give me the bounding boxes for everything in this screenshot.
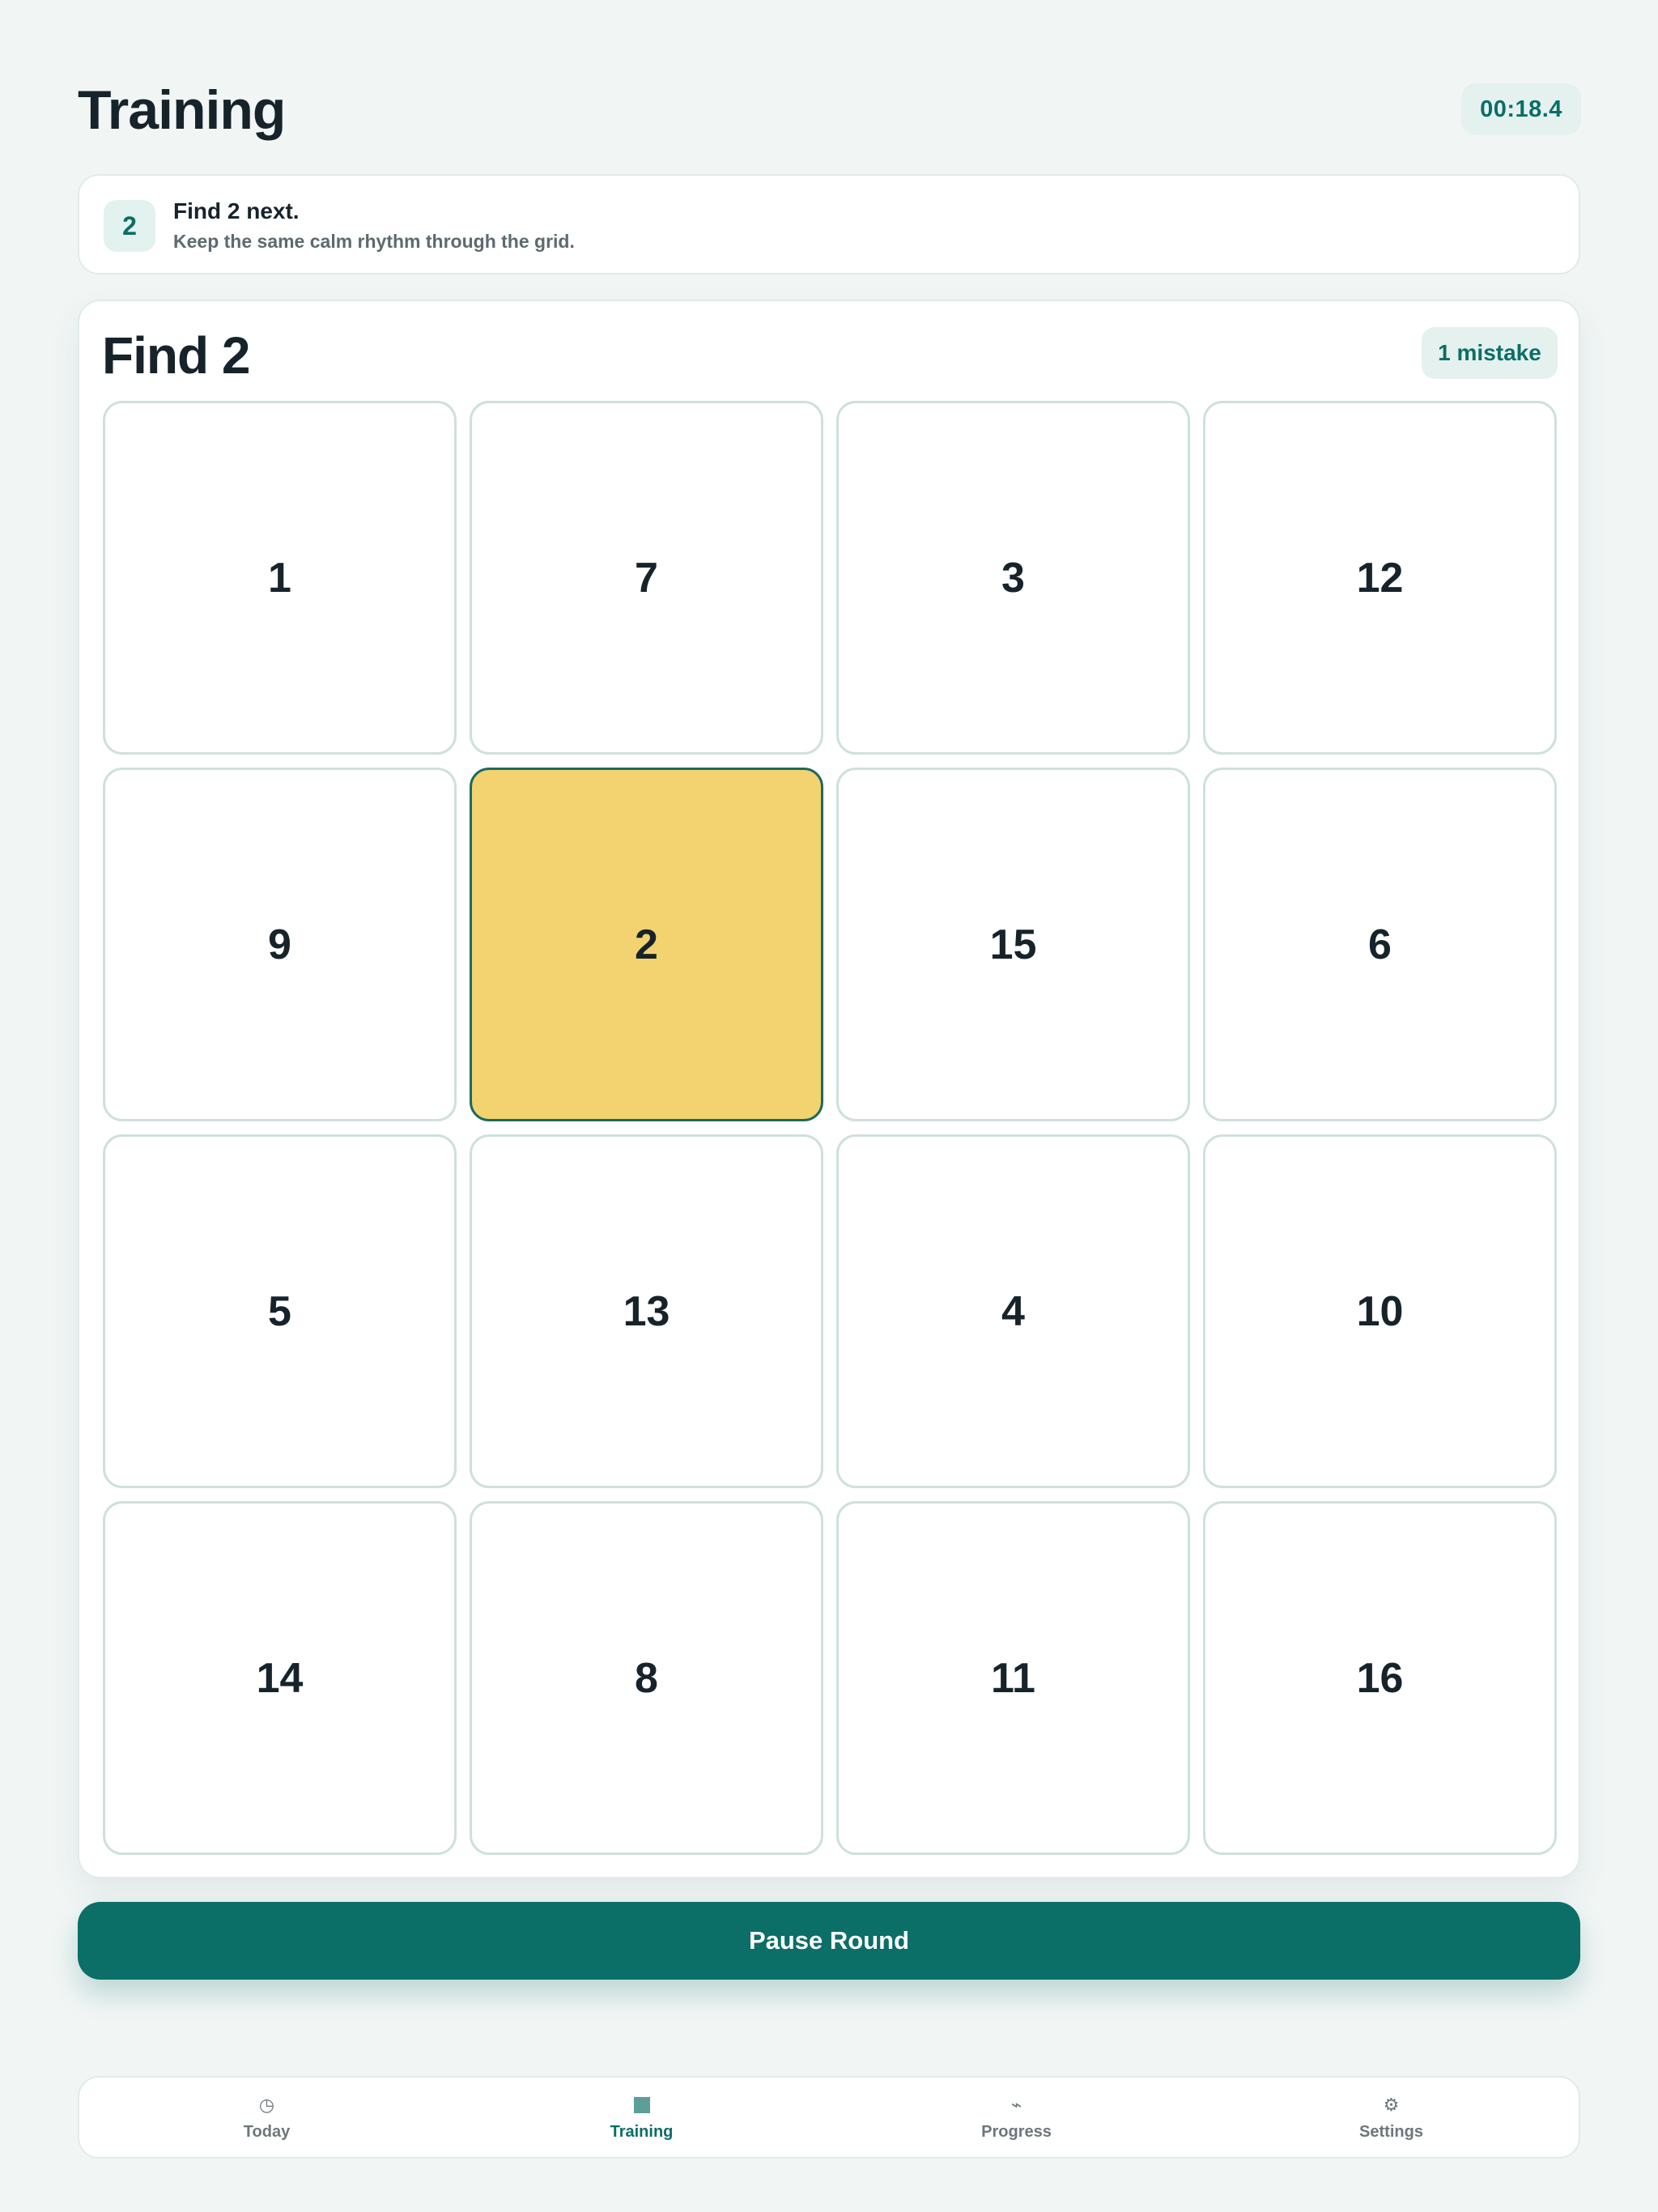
tab-label: Settings [1359, 2122, 1423, 2141]
hint-subtitle: Keep the same calm rhythm through the gr… [173, 231, 575, 252]
hint-title: Find 2 next. [173, 198, 300, 223]
grid-tile[interactable]: 5 [103, 1134, 457, 1488]
gear-icon: ⚙ [1383, 2094, 1400, 2115]
number-grid: 1 7 3 12 9 2 15 6 5 13 4 10 14 8 11 16 [103, 401, 1557, 1855]
grid-tile[interactable]: 16 [1203, 1501, 1557, 1855]
page-title: Training [78, 79, 286, 141]
clock-icon: ◷ [258, 2094, 275, 2115]
grid-tile[interactable]: 1 [103, 401, 457, 755]
pause-round-button[interactable]: Pause Round [78, 1902, 1580, 1980]
mistake-counter-badge: 1 mistake [1422, 327, 1558, 379]
grid-tile-highlighted[interactable]: 2 [470, 768, 823, 1121]
tab-progress[interactable]: ⌁ Progress [829, 2078, 1204, 2157]
grid-tile[interactable]: 4 [836, 1134, 1190, 1488]
round-timer: 00:18.4 [1461, 83, 1581, 135]
next-number-badge: 2 [104, 200, 155, 252]
grid-tile[interactable]: 14 [103, 1501, 457, 1855]
grid-tile[interactable]: 15 [836, 768, 1190, 1121]
training-screen: Training 00:18.4 2 Find 2 next. Keep the… [0, 0, 1658, 2212]
grid-tile[interactable]: 10 [1203, 1134, 1557, 1488]
tab-label: Progress [981, 2122, 1052, 2141]
grid-tile[interactable]: 13 [470, 1134, 823, 1488]
grid-square-icon [633, 2094, 650, 2116]
tab-settings[interactable]: ⚙ Settings [1204, 2078, 1579, 2157]
grid-tile[interactable]: 6 [1203, 768, 1557, 1121]
board-title: Find 2 [102, 326, 250, 385]
hint-card: 2 Find 2 next. Keep the same calm rhythm… [78, 174, 1580, 274]
zigzag-icon: ⌁ [1010, 2094, 1022, 2115]
grid-tile[interactable]: 12 [1203, 401, 1557, 755]
tab-label: Training [610, 2122, 674, 2141]
tab-label: Today [243, 2122, 291, 2141]
grid-tile[interactable]: 9 [103, 768, 457, 1121]
tab-today[interactable]: ◷ Today [79, 2078, 454, 2157]
grid-tile[interactable]: 3 [836, 401, 1190, 755]
bottom-tab-bar: ◷ Today Training ⌁ Progress ⚙ Settings [78, 2076, 1580, 2159]
tab-training[interactable]: Training [454, 2078, 829, 2157]
grid-tile[interactable]: 7 [470, 401, 823, 755]
board-card: Find 2 1 mistake 1 7 3 12 9 2 15 6 5 13 … [78, 300, 1580, 1878]
grid-tile[interactable]: 8 [470, 1501, 823, 1855]
grid-tile[interactable]: 11 [836, 1501, 1190, 1855]
